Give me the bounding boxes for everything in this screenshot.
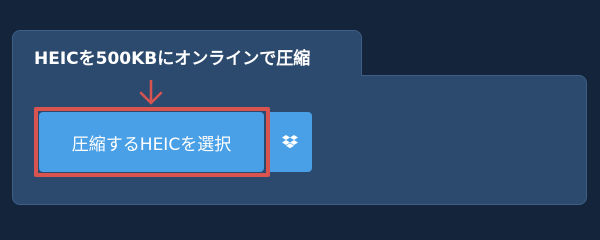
panel-title: HEICを500KBにオンラインで圧縮 bbox=[34, 49, 311, 69]
highlight-box bbox=[34, 107, 270, 177]
dropbox-button[interactable] bbox=[267, 112, 312, 172]
dropbox-icon bbox=[281, 134, 298, 148]
down-arrow-icon bbox=[139, 80, 163, 105]
panel-tab-joint bbox=[13, 70, 361, 80]
